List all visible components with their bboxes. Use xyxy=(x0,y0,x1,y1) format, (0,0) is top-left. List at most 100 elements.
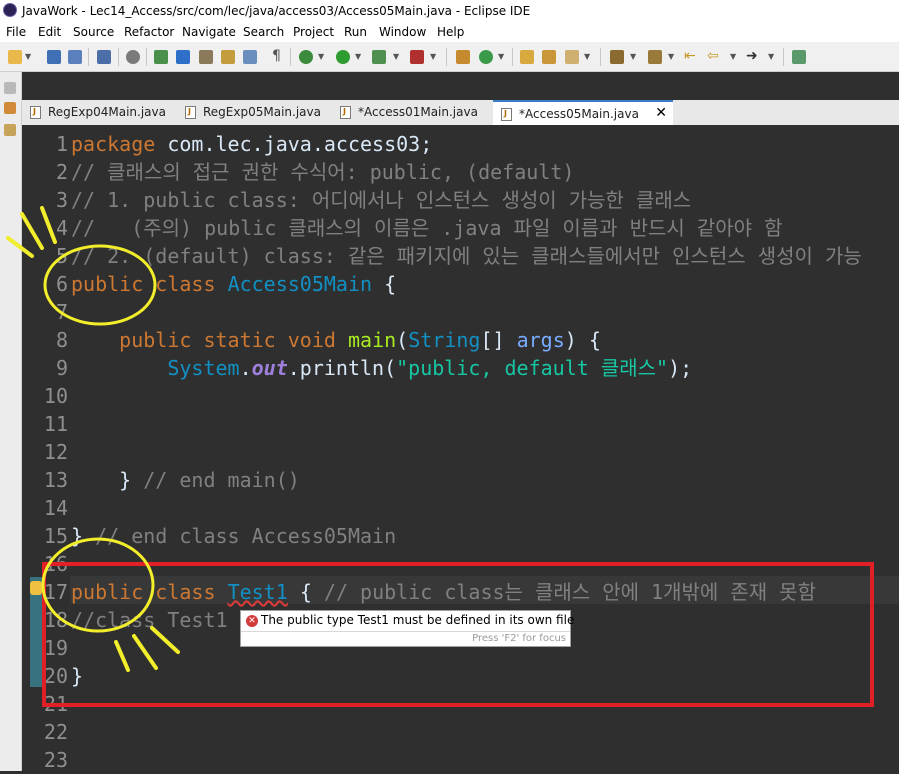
run-icon[interactable] xyxy=(336,50,350,64)
code-line[interactable]: 1 package com.lec.java.access03; xyxy=(22,130,899,158)
tab-access05[interactable]: *Access05Main.java ✕ xyxy=(493,100,673,125)
code-line[interactable]: 3// 1. public class: 어디에서나 인스턴스 생성이 가능한 … xyxy=(22,186,899,214)
skip-breakpoints-icon[interactable] xyxy=(126,50,140,64)
error-message: The public type Test1 must be defined in… xyxy=(261,613,575,627)
code-token: public xyxy=(71,580,144,604)
menu-run[interactable]: Run xyxy=(344,25,367,39)
chevron-down-icon[interactable]: ▼ xyxy=(730,52,736,61)
terminal-icon[interactable] xyxy=(97,50,111,64)
coverage-icon[interactable] xyxy=(372,50,386,64)
chevron-down-icon[interactable]: ▼ xyxy=(25,52,31,61)
close-icon[interactable]: ✕ xyxy=(655,105,667,121)
menu-help[interactable]: Help xyxy=(437,25,464,39)
chevron-down-icon[interactable]: ▼ xyxy=(393,52,399,61)
code-line[interactable]: 9 System.out.println("public, default 클래… xyxy=(22,354,899,382)
chevron-down-icon[interactable]: ▼ xyxy=(768,52,774,61)
code-line[interactable]: 6 public class Access05Main { xyxy=(22,270,899,298)
tab-regexp05[interactable]: RegExp05Main.java xyxy=(177,100,337,125)
code-line[interactable]: 12 xyxy=(22,438,899,466)
code-token: ); xyxy=(668,356,693,380)
error-tooltip[interactable]: ✕ The public type Test1 must be defined … xyxy=(240,610,575,647)
open-type-icon[interactable] xyxy=(199,50,213,64)
code-editor[interactable]: 1 package com.lec.java.access03; 2// 클래스의 … xyxy=(22,125,899,774)
chevron-down-icon[interactable]: ▼ xyxy=(430,52,436,61)
new-class-icon[interactable] xyxy=(479,50,493,64)
open-folder-icon[interactable] xyxy=(520,50,534,64)
menu-window[interactable]: Window xyxy=(379,25,426,39)
code-text: // 1. public class: 어디에서나 인스턴스 생성이 가능한 클… xyxy=(71,186,691,214)
menu-edit[interactable]: Edit xyxy=(38,25,61,39)
code-line[interactable]: 14 xyxy=(22,494,899,522)
line-number: 15 xyxy=(43,524,68,548)
forward-icon[interactable]: ➜ xyxy=(746,48,758,64)
code-line[interactable]: 2// 클래스의 접근 권한 수식어: public, (default) xyxy=(22,158,899,186)
minimize-icon[interactable] xyxy=(4,82,16,94)
hierarchy-icon[interactable] xyxy=(4,124,16,136)
line-number: 9 xyxy=(55,356,68,380)
open-task-icon[interactable] xyxy=(542,50,556,64)
menu-bar: File Edit Source Refactor Navigate Searc… xyxy=(0,22,899,42)
code-token: void xyxy=(287,328,336,352)
menu-navigate[interactable]: Navigate xyxy=(182,25,236,39)
code-line[interactable]: 16 xyxy=(22,550,899,578)
code-line[interactable]: 15} // end class Access05Main xyxy=(22,522,899,550)
package-explorer-icon[interactable] xyxy=(4,102,16,114)
previous-annotation-icon[interactable] xyxy=(648,50,662,64)
chevron-down-icon[interactable]: ▼ xyxy=(318,52,324,61)
save-icon[interactable] xyxy=(47,50,61,64)
tab-regexp04[interactable]: RegExp04Main.java xyxy=(22,100,184,125)
last-edit-icon[interactable]: ⇤ xyxy=(684,48,696,64)
new-icon[interactable] xyxy=(8,50,22,64)
menu-refactor[interactable]: Refactor xyxy=(124,25,174,39)
outline-icon[interactable] xyxy=(243,50,257,64)
chevron-down-icon[interactable]: ▼ xyxy=(630,52,636,61)
task-icon[interactable] xyxy=(221,50,235,64)
code-token: // 클래스의 접근 권한 수식어: public, (default) xyxy=(71,160,575,184)
code-line[interactable]: 23 xyxy=(22,746,899,774)
pen-icon[interactable] xyxy=(176,50,190,64)
line-number: 8 xyxy=(55,328,68,352)
code-token: . xyxy=(239,356,252,380)
chevron-down-icon[interactable]: ▼ xyxy=(584,52,590,61)
code-line[interactable]: 11 xyxy=(22,410,899,438)
tab-access01[interactable]: *Access01Main.java xyxy=(332,100,497,125)
code-line[interactable]: 5// 2. (default) class: 같은 패키지에 있는 클래스들에… xyxy=(22,242,899,270)
next-annotation-icon[interactable] xyxy=(610,50,624,64)
menu-file[interactable]: File xyxy=(6,25,26,39)
code-line[interactable]: 20} xyxy=(22,662,899,690)
pin-editor-icon[interactable] xyxy=(792,50,806,64)
chevron-down-icon[interactable]: ▼ xyxy=(498,52,504,61)
code-line[interactable]: 22 xyxy=(22,718,899,746)
pilcrow-icon[interactable]: ¶ xyxy=(272,48,281,64)
code-token: static xyxy=(203,328,276,352)
line-number: 17 xyxy=(43,580,68,604)
back-icon[interactable]: ⇦ xyxy=(707,48,719,64)
code-line[interactable]: 17 public class Test1 { // public class는 … xyxy=(22,578,899,606)
code-line[interactable]: 10 xyxy=(22,382,899,410)
menu-search[interactable]: Search xyxy=(243,25,284,39)
code-line[interactable]: 8 public static void main(String[] args)… xyxy=(22,326,899,354)
chevron-down-icon[interactable]: ▼ xyxy=(355,52,361,61)
code-token: package xyxy=(71,132,156,156)
eclipse-icon xyxy=(3,3,17,17)
debug-icon[interactable] xyxy=(299,50,313,64)
java-file-icon xyxy=(501,108,512,121)
line-number: 2 xyxy=(55,160,68,184)
code-line[interactable]: 21 xyxy=(22,690,899,718)
menu-project[interactable]: Project xyxy=(293,25,334,39)
pencil-icon[interactable] xyxy=(565,50,579,64)
chevron-down-icon[interactable]: ▼ xyxy=(668,52,674,61)
code-line[interactable]: 7 xyxy=(22,298,899,326)
code-text: //class Test1 xyxy=(71,606,228,634)
new-java-project-icon[interactable] xyxy=(456,50,470,64)
code-line[interactable]: 4// (주의) public 클래스의 이름은 .java 파일 이름과 반드… xyxy=(22,214,899,242)
code-text: public class Test1 { // public class는 클래… xyxy=(71,578,816,606)
menu-source[interactable]: Source xyxy=(73,25,114,39)
external-tools-icon[interactable] xyxy=(410,50,424,64)
save-all-icon[interactable] xyxy=(68,50,82,64)
code-line[interactable]: 13 } // end main() xyxy=(22,466,899,494)
type-hierarchy-icon[interactable] xyxy=(154,50,168,64)
